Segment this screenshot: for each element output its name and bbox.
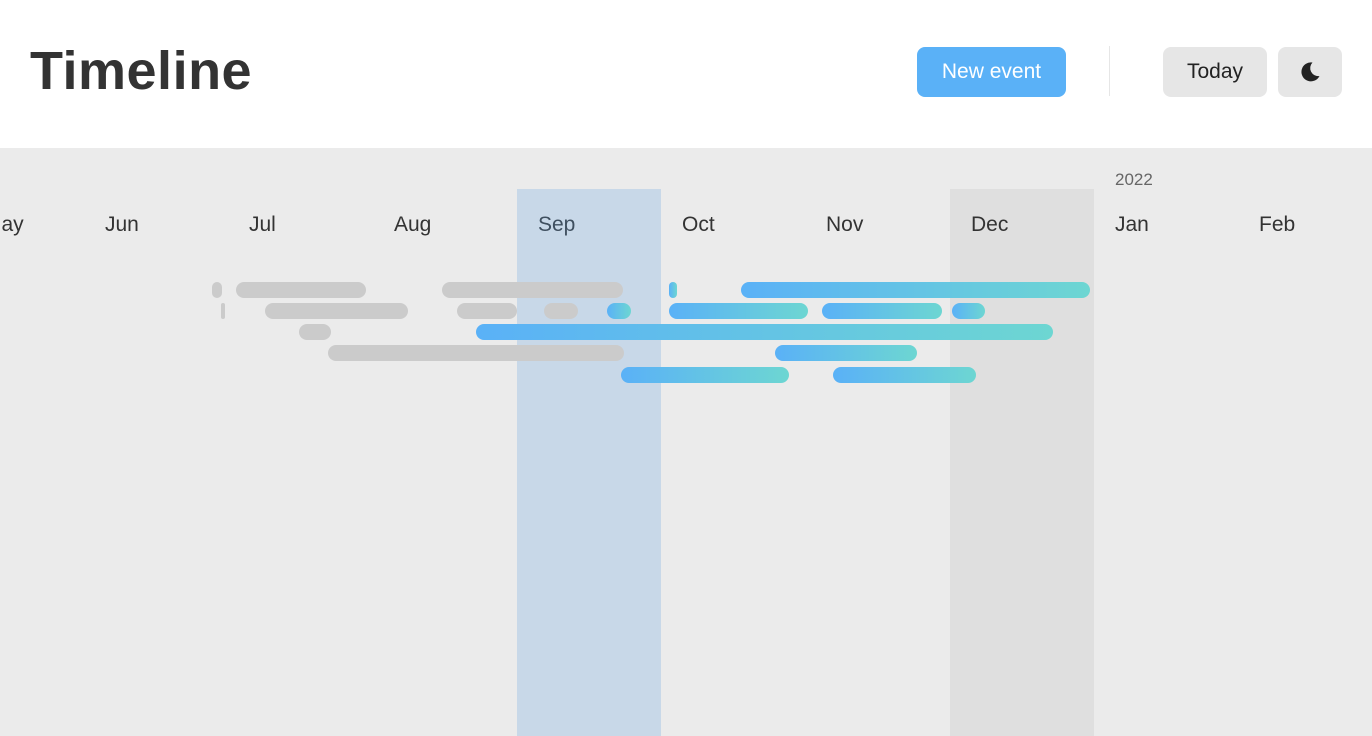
event-bar[interactable] xyxy=(212,282,222,298)
month-label-sep: Sep xyxy=(538,213,576,236)
event-bar[interactable] xyxy=(607,303,631,319)
theme-toggle-button[interactable] xyxy=(1278,47,1342,97)
event-bar[interactable] xyxy=(952,303,985,319)
event-bar[interactable] xyxy=(669,282,677,298)
header-divider xyxy=(1109,46,1110,96)
month-label-jan: Jan xyxy=(1115,213,1149,236)
today-button[interactable]: Today xyxy=(1163,47,1267,97)
timeline-view[interactable]: 2022 May Jun Jul Aug Sep Oct Nov Dec Jan… xyxy=(0,148,1372,736)
month-label-oct: Oct xyxy=(682,213,715,236)
event-bar[interactable] xyxy=(476,324,1053,340)
month-label-dec: Dec xyxy=(971,213,1009,236)
event-bar[interactable] xyxy=(442,282,623,298)
year-label: 2022 xyxy=(1115,170,1153,189)
month-label-jun: Jun xyxy=(105,213,139,236)
event-bar[interactable] xyxy=(221,303,225,319)
event-bar[interactable] xyxy=(669,303,808,319)
month-label-feb: Feb xyxy=(1259,213,1296,236)
month-label-may: May xyxy=(0,213,24,236)
event-bar[interactable] xyxy=(621,367,789,383)
event-bar[interactable] xyxy=(833,367,976,383)
event-bar[interactable] xyxy=(236,282,366,298)
app-header: Timeline New event Today xyxy=(0,0,1372,148)
event-bar[interactable] xyxy=(265,303,408,319)
month-highlight-band xyxy=(950,189,1094,736)
event-bar[interactable] xyxy=(822,303,942,319)
month-label-nov: Nov xyxy=(826,213,864,236)
event-bar[interactable] xyxy=(457,303,517,319)
month-label-aug: Aug xyxy=(394,213,432,236)
event-bar[interactable] xyxy=(299,324,331,340)
month-label-jul: Jul xyxy=(249,213,276,236)
event-bar[interactable] xyxy=(328,345,624,361)
page-title: Timeline xyxy=(30,41,253,101)
event-bar[interactable] xyxy=(741,282,1090,298)
event-bar[interactable] xyxy=(544,303,578,319)
event-bar[interactable] xyxy=(775,345,917,361)
new-event-button[interactable]: New event xyxy=(917,47,1066,97)
current-month-highlight xyxy=(517,189,661,736)
moon-icon xyxy=(1298,60,1322,84)
